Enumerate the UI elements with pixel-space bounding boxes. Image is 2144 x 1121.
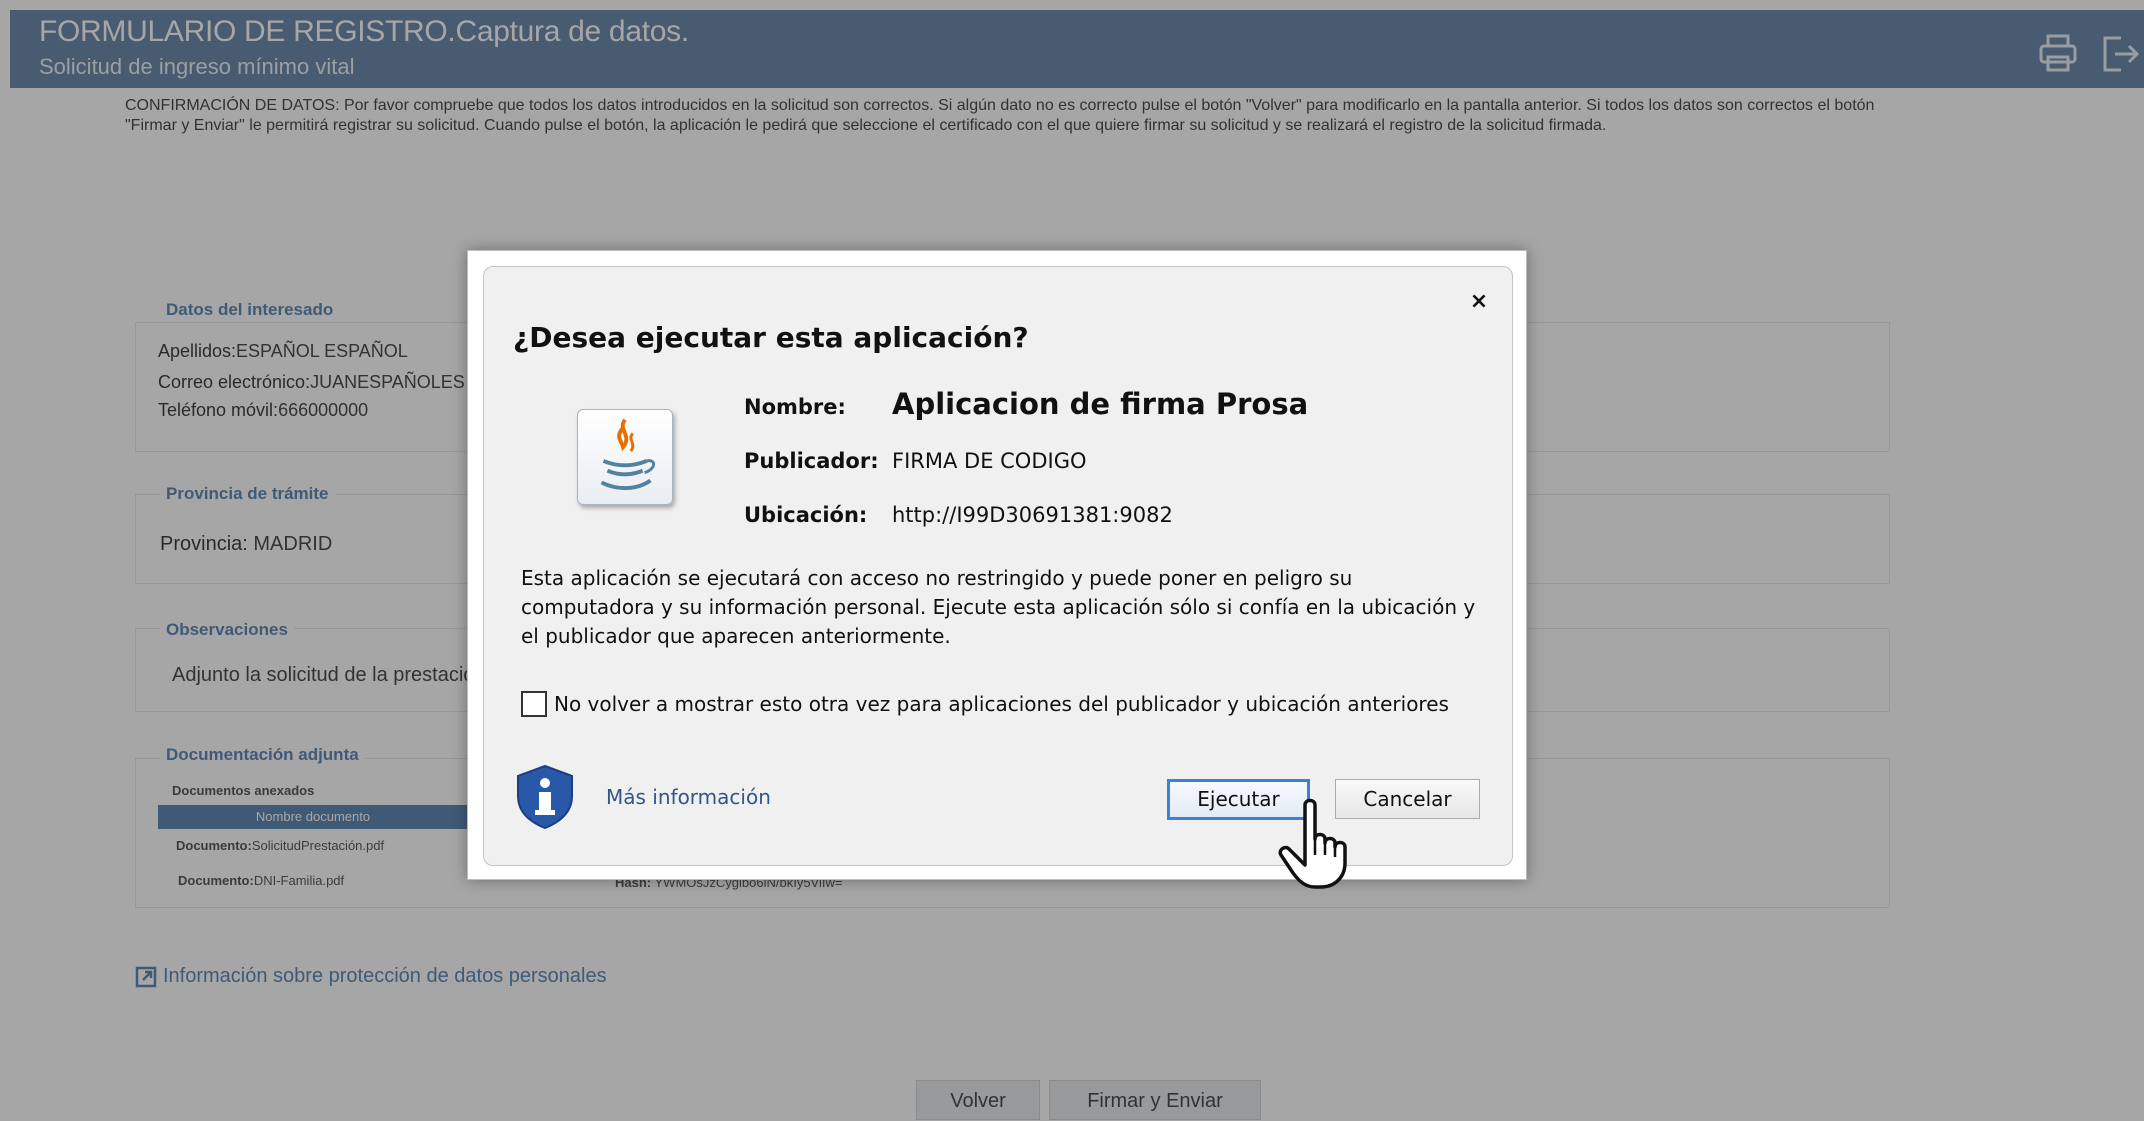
dialog-heading: ¿Desea ejecutar esta aplicación?	[513, 321, 1029, 354]
location-label: Ubicación:	[744, 503, 868, 527]
security-dialog: × ¿Desea ejecutar esta aplicación? Nombr…	[483, 266, 1513, 866]
location-value: http://I99D30691381:9082	[892, 503, 1173, 527]
name-label: Nombre:	[744, 395, 846, 419]
security-warning: Esta aplicación se ejecutará con acceso …	[521, 566, 1476, 648]
hand-pointer-icon	[1278, 798, 1347, 889]
app-name: Aplicacion de firma Prosa	[892, 387, 1309, 421]
dont-show-again-checkbox[interactable]	[521, 691, 547, 717]
security-dialog-frame: × ¿Desea ejecutar esta aplicación? Nombr…	[467, 250, 1527, 880]
more-info-link[interactable]: Más información	[606, 785, 771, 809]
java-icon	[577, 409, 673, 505]
info-shield-icon	[517, 764, 573, 830]
dont-show-again-label[interactable]: No volver a mostrar esto otra vez para a…	[554, 692, 1449, 716]
publisher-label: Publicador:	[744, 449, 879, 473]
publisher-value: FIRMA DE CODIGO	[892, 449, 1087, 473]
close-button[interactable]: ×	[1464, 287, 1494, 317]
